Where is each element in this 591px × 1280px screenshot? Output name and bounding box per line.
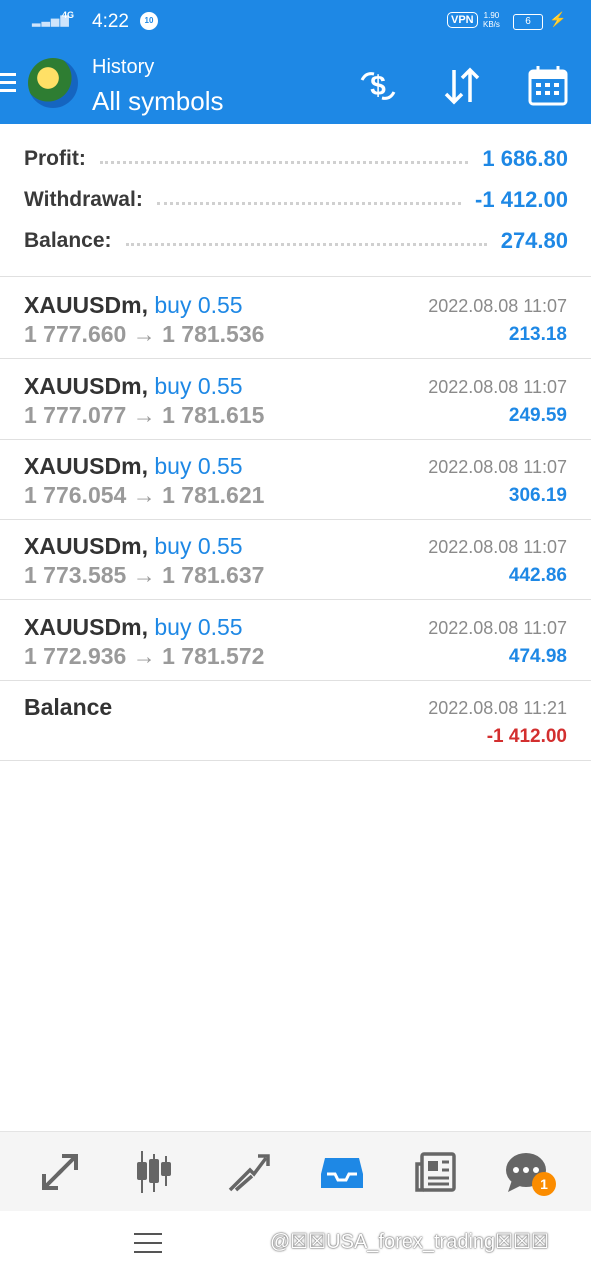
- balance-label: Balance:: [24, 229, 112, 252]
- deal-type: buy 0.55: [154, 533, 243, 559]
- quotes-icon[interactable]: [34, 1146, 86, 1198]
- chat-icon[interactable]: 1: [500, 1146, 556, 1198]
- trade-icon[interactable]: [222, 1146, 274, 1198]
- deal-profit: 213.18: [508, 324, 567, 345]
- deal-row[interactable]: XAUUSDm, buy 0.55 1 777.660 → 1 781.536 …: [0, 278, 591, 359]
- balance-operation-amount: -1 412.00: [486, 726, 567, 747]
- network-type: 4G: [62, 10, 75, 20]
- deal-time: 2022.08.08 11:07: [428, 457, 567, 477]
- vpn-indicator: VPN: [447, 12, 478, 28]
- deal-profit: 249.59: [508, 405, 567, 426]
- deal-prices: 1 772.936 → 1 781.572: [24, 643, 265, 669]
- deal-symbol: XAUUSDm,: [24, 614, 148, 640]
- deal-profit: 306.19: [508, 485, 567, 506]
- leader-dots: [99, 160, 469, 164]
- deal-row[interactable]: XAUUSDm, buy 0.55 1 773.585 → 1 781.637 …: [0, 519, 591, 600]
- deal-type: buy 0.55: [154, 453, 243, 479]
- deal-type: buy 0.55: [154, 614, 243, 640]
- speed-unit: KB/s: [483, 20, 500, 29]
- deal-prices: 1 773.585 → 1 781.637: [24, 562, 265, 588]
- deal-row[interactable]: XAUUSDm, buy 0.55 1 776.054 → 1 781.621 …: [0, 439, 591, 520]
- history-summary: Profit: 1 686.80 Withdrawal: -1 412.00 B…: [0, 124, 591, 277]
- deal-symbol: XAUUSDm,: [24, 292, 148, 318]
- status-bar: ▂▃▅▇ 4G 4:22 10 VPN 1.90 KB/s 6 ⚡: [0, 8, 591, 38]
- bottom-navigation: 1: [0, 1131, 591, 1212]
- deal-prices: 1 776.054 → 1 781.621: [24, 482, 265, 508]
- deal-row[interactable]: XAUUSDm, buy 0.55 1 772.936 → 1 781.572 …: [0, 600, 591, 681]
- notification-badge: 10: [140, 12, 158, 30]
- chart-icon[interactable]: [128, 1146, 180, 1198]
- summary-withdrawal-row: Withdrawal: -1 412.00: [24, 182, 568, 218]
- network-speed: 1.90 KB/s: [483, 11, 500, 29]
- deal-prices: 1 777.660 → 1 781.536: [24, 321, 265, 347]
- deal-profit: 474.98: [508, 646, 567, 667]
- balance-operation-label: Balance: [24, 694, 113, 720]
- sort-icon[interactable]: [440, 66, 484, 106]
- news-icon[interactable]: [410, 1146, 462, 1198]
- withdrawal-value: -1 412.00: [475, 187, 568, 212]
- watermark: @☒☒USA_forex_trading☒☒☒: [270, 1231, 549, 1253]
- summary-balance-row: Balance: 274.80: [24, 223, 568, 259]
- deal-row[interactable]: XAUUSDm, buy 0.55 1 777.077 → 1 781.615 …: [0, 359, 591, 440]
- deal-symbol: XAUUSDm,: [24, 533, 148, 559]
- deal-symbol: XAUUSDm,: [24, 373, 148, 399]
- balance-value: 274.80: [500, 228, 568, 253]
- deal-symbol: XAUUSDm,: [24, 453, 148, 479]
- menu-icon[interactable]: [0, 73, 16, 97]
- screen-title: History: [92, 56, 155, 78]
- app-header: ▂▃▅▇ 4G 4:22 10 VPN 1.90 KB/s 6 ⚡ Histor…: [0, 0, 591, 124]
- chat-badge: 1: [532, 1172, 556, 1196]
- status-time: 4:22: [92, 11, 129, 32]
- profit-label: Profit:: [24, 147, 86, 170]
- battery-icon: 6: [513, 14, 543, 30]
- summary-profit-row: Profit: 1 686.80: [24, 141, 568, 177]
- deal-time: 2022.08.08 11:07: [428, 296, 567, 316]
- app-logo: [28, 58, 78, 108]
- deal-profit: 442.86: [508, 565, 567, 586]
- speed-value: 1.90: [483, 11, 500, 20]
- leader-dots: [156, 201, 462, 205]
- symbol-filter[interactable]: All symbols: [92, 86, 223, 117]
- system-menu-icon[interactable]: [134, 1233, 162, 1260]
- deal-time: 2022.08.08 11:07: [428, 618, 567, 638]
- leader-dots: [125, 242, 487, 246]
- deal-prices: 1 777.077 → 1 781.615: [24, 402, 265, 428]
- calendar-icon[interactable]: [526, 66, 570, 106]
- balance-operation-time: 2022.08.08 11:21: [428, 698, 567, 718]
- withdrawal-label: Withdrawal:: [24, 188, 143, 211]
- system-navigation-bar: @☒☒USA_forex_trading☒☒☒: [0, 1211, 591, 1280]
- deal-type: buy 0.55: [154, 292, 243, 318]
- deposit-filter-icon[interactable]: $: [356, 66, 400, 106]
- history-icon[interactable]: [316, 1146, 368, 1198]
- profit-value: 1 686.80: [482, 146, 568, 171]
- balance-operation-row[interactable]: Balance 2022.08.08 11:21 -1 412.00: [0, 680, 591, 761]
- deal-type: buy 0.55: [154, 373, 243, 399]
- deal-time: 2022.08.08 11:07: [428, 377, 567, 397]
- deal-time: 2022.08.08 11:07: [428, 537, 567, 557]
- charging-icon: ⚡: [549, 11, 567, 27]
